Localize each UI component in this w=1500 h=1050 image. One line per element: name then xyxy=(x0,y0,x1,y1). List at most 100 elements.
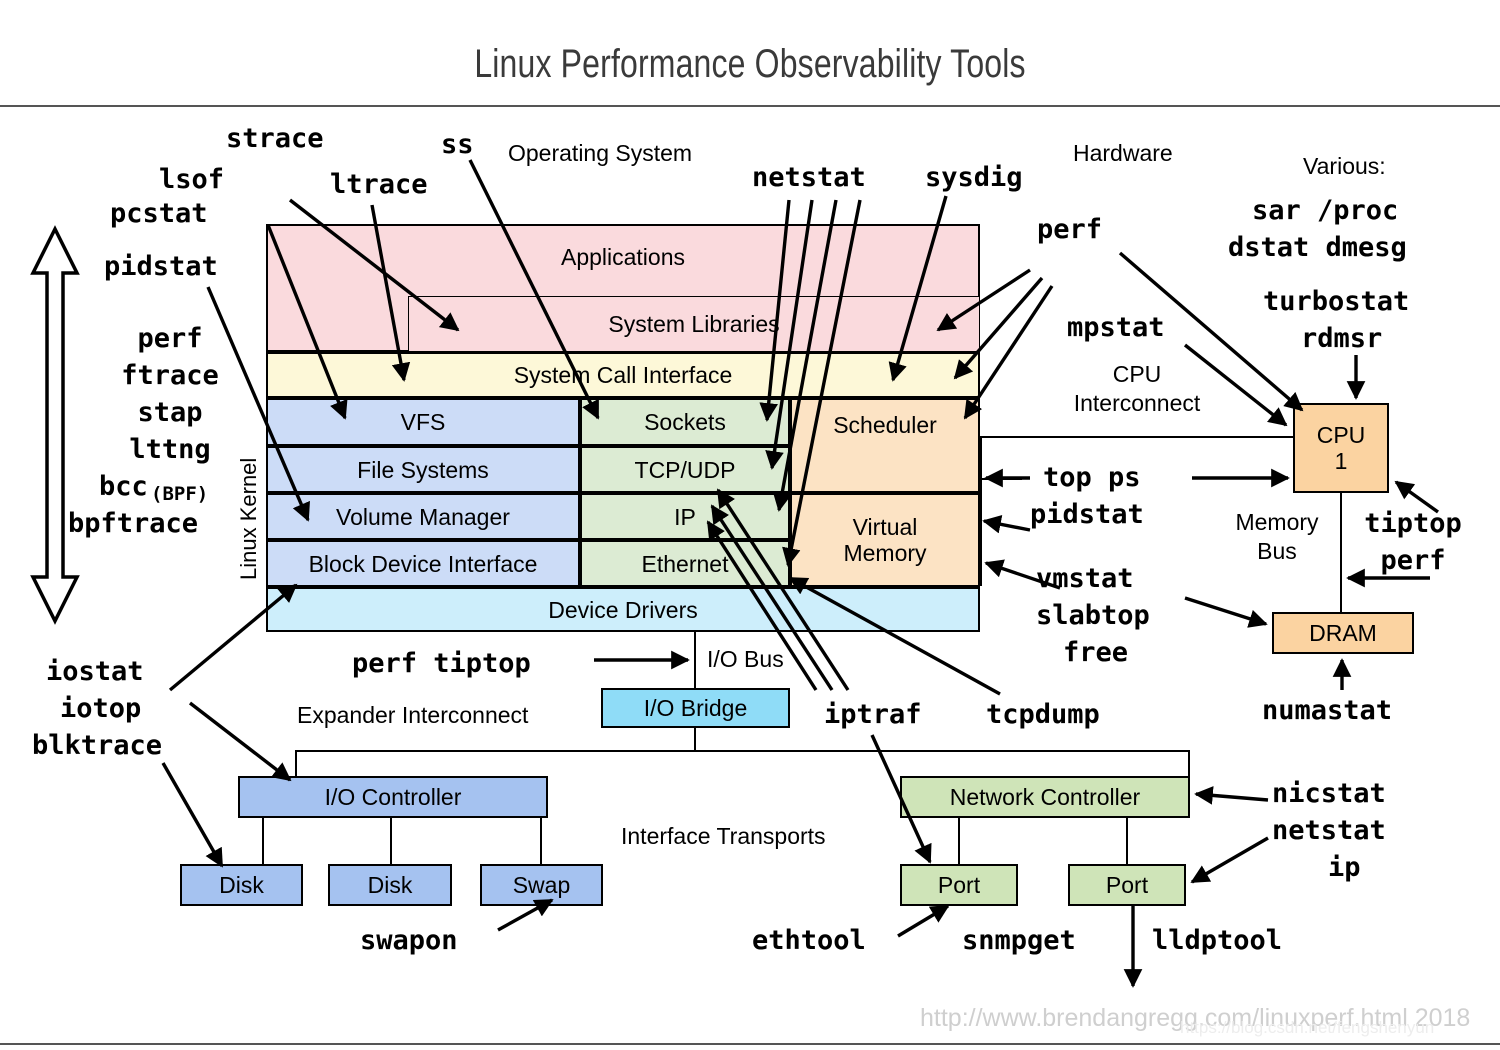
box-applications-label: Applications xyxy=(560,244,686,270)
arrow-nicstat-netctrl xyxy=(1194,786,1269,805)
arrow-netstat-ip-port xyxy=(1190,836,1269,884)
box-dram-label: DRAM xyxy=(1309,620,1377,646)
box-device-drivers: Device Drivers xyxy=(266,587,980,632)
box-block-device-interface-label: Block Device Interface xyxy=(308,550,538,577)
tool-ss: ss xyxy=(441,129,474,160)
hardware-bus-vertical xyxy=(980,436,982,586)
box-volume-manager-label: Volume Manager xyxy=(336,503,510,530)
tool-sar-proc: sar /proc xyxy=(1252,195,1399,226)
cpu-bus-line-2 xyxy=(980,478,1022,480)
linux-kernel-label: Linux Kernel xyxy=(236,457,261,580)
box-sockets-label: Sockets xyxy=(644,409,726,435)
box-disk-1: Disk xyxy=(180,864,303,906)
tool-netstat-top: netstat xyxy=(752,162,866,193)
tool-perf-tiptop: perf tiptop xyxy=(352,648,531,679)
tool-tcpdump: tcpdump xyxy=(986,699,1100,730)
expander-bus-line xyxy=(295,750,1190,752)
tool-lsof: lsof xyxy=(159,164,225,195)
box-cpu: CPU 1 xyxy=(1293,403,1389,493)
tool-bpftrace: bpftrace xyxy=(68,508,199,539)
box-virtual-memory: Virtual Memory xyxy=(790,493,980,587)
tool-numastat: numastat xyxy=(1262,695,1393,726)
box-io-controller-label: I/O Controller xyxy=(324,784,462,810)
tool-nicstat: nicstat xyxy=(1272,778,1386,809)
tool-ltrace: ltrace xyxy=(330,169,428,200)
netctrl-to-port1 xyxy=(958,818,960,864)
box-port-1: Port xyxy=(900,864,1018,906)
box-io-bridge: I/O Bridge xyxy=(601,688,790,728)
box-cpu-label: CPU 1 xyxy=(1316,422,1366,474)
box-network-controller-label: Network Controller xyxy=(949,784,1141,810)
box-ip-label: IP xyxy=(674,503,696,530)
label-memory-bus: Memory Bus xyxy=(1235,509,1319,564)
box-block-device-interface: Block Device Interface xyxy=(266,540,580,587)
footer-divider xyxy=(0,1043,1500,1045)
tool-dstat-dmesg: dstat dmesg xyxy=(1228,232,1407,263)
tool-sysdig: sysdig xyxy=(925,162,1023,193)
label-operating-system: Operating System xyxy=(508,140,693,166)
diagram-canvas: Linux Performance Observability Tools Ap… xyxy=(0,0,1500,1050)
tool-vmstat: vmstat xyxy=(1036,563,1134,594)
tool-turbostat: turbostat xyxy=(1263,286,1410,317)
label-various: Various: xyxy=(1303,153,1386,179)
tool-iptraf: iptraf xyxy=(824,699,922,730)
box-disk-1-label: Disk xyxy=(219,872,264,898)
tool-strace: strace xyxy=(226,123,324,154)
box-port-2-label: Port xyxy=(1105,872,1149,898)
tool-kernel-tracers: perf ftrace stap lttng xyxy=(121,323,219,465)
tool-tiptop-perf: tiptop perf xyxy=(1364,508,1462,576)
io-bus-line-upper xyxy=(694,632,696,688)
arrow-blktrace-disk xyxy=(161,762,224,868)
box-vfs: VFS xyxy=(266,398,580,446)
tool-bcc: bcc xyxy=(99,471,148,502)
box-port-1-label: Port xyxy=(937,872,981,898)
box-system-call-interface: System Call Interface xyxy=(266,352,980,398)
box-system-libraries: System Libraries xyxy=(408,296,980,352)
tool-mpstat: mpstat xyxy=(1067,312,1165,343)
label-io-bus: I/O Bus xyxy=(707,646,784,672)
tool-slabtop: slabtop xyxy=(1036,600,1150,631)
io-bus-line-lower xyxy=(694,728,696,750)
box-file-systems: File Systems xyxy=(266,446,580,493)
box-swap: Swap xyxy=(480,864,603,906)
box-system-libraries-label: System Libraries xyxy=(608,311,780,337)
expander-bus-drop-io xyxy=(295,750,297,776)
box-device-drivers-label: Device Drivers xyxy=(548,596,698,623)
box-disk-2-label: Disk xyxy=(367,872,413,898)
box-scheduler-label: Scheduler xyxy=(833,412,937,438)
box-network-controller: Network Controller xyxy=(900,776,1190,818)
tool-perf-hardware: perf xyxy=(1037,214,1103,245)
footer-watermark: https://blog.csdn.net/fengshenyun xyxy=(1180,1018,1435,1037)
label-expander-interconnect: Expander Interconnect xyxy=(297,702,529,728)
tool-ip: ip xyxy=(1328,852,1361,883)
tool-ethtool: ethtool xyxy=(752,925,866,956)
tool-pidstat-right: pidstat xyxy=(1030,499,1144,530)
box-scheduler: Scheduler xyxy=(790,398,980,493)
box-virtual-memory-label: Virtual Memory xyxy=(843,514,927,566)
box-swap-label: Swap xyxy=(512,872,571,898)
box-tcp-udp-label: TCP/UDP xyxy=(634,456,736,483)
header-divider xyxy=(0,105,1500,107)
tool-free: free xyxy=(1063,637,1129,668)
box-io-bridge-label: I/O Bridge xyxy=(643,695,748,721)
memory-bus-line xyxy=(1340,493,1342,612)
arrow-vmstat-dram xyxy=(1184,596,1268,628)
tool-snmpget: snmpget xyxy=(962,925,1076,956)
tool-lldptool: lldptool xyxy=(1152,925,1283,956)
expander-bus-drop-net xyxy=(1188,750,1190,776)
box-ip: IP xyxy=(580,493,790,540)
netctrl-to-port2 xyxy=(1126,818,1128,864)
page-title: Linux Performance Observability Tools xyxy=(474,42,1026,86)
box-vfs-label: VFS xyxy=(400,409,446,435)
box-dram: DRAM xyxy=(1272,612,1414,654)
tool-pidstat-left: pidstat xyxy=(104,251,218,282)
label-hardware: Hardware xyxy=(1073,140,1173,166)
box-port-2: Port xyxy=(1068,864,1186,906)
kernel-scope-double-arrow xyxy=(30,225,80,625)
arrow-vmstat-vm xyxy=(982,515,1031,534)
tool-netstat-right: netstat xyxy=(1272,815,1386,846)
arrow-ethtool-port xyxy=(897,904,950,938)
cpu-interconnect-line xyxy=(980,436,1293,438)
box-volume-manager: Volume Manager xyxy=(266,493,580,540)
box-system-call-interface-label: System Call Interface xyxy=(513,362,733,388)
